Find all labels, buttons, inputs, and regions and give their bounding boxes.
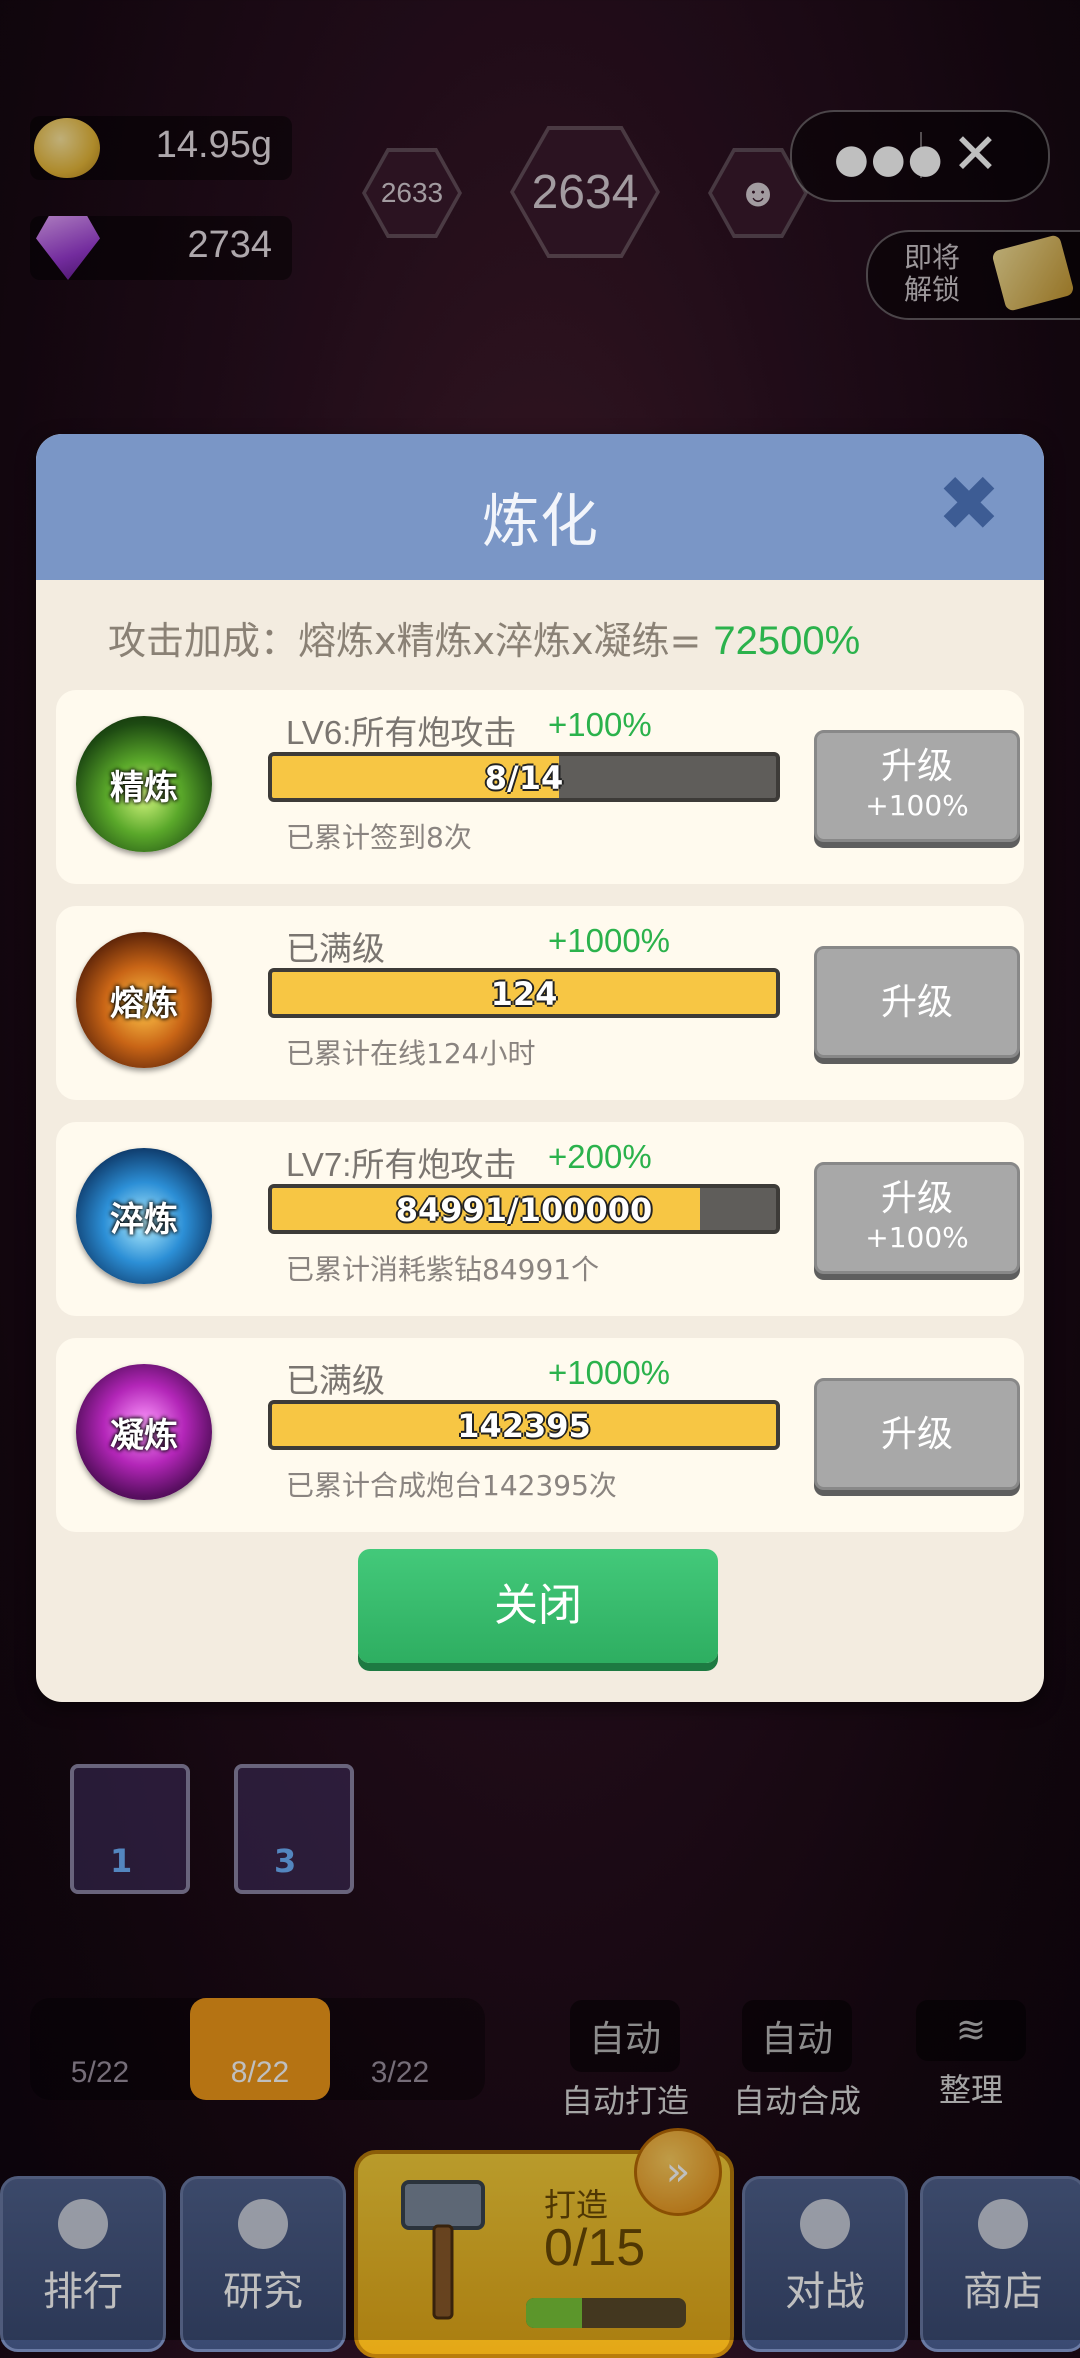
close-button[interactable]: 关闭	[358, 1549, 718, 1663]
refine-card-cuilian: 淬炼 LV7:所有炮攻击 +200% 84991/100000 已累计消耗紫钻8…	[56, 1122, 1024, 1316]
card-note: 已累计合成炮台142395次	[286, 1469, 617, 1502]
upgrade-button[interactable]: 升级	[814, 946, 1020, 1058]
card-bonus: +1000%	[548, 922, 671, 959]
refine-card-ronglian: 熔炼 已满级 +1000% 124 已累计在线124小时 升级	[56, 906, 1024, 1100]
ronglian-orb-icon: 熔炼	[76, 932, 212, 1068]
ninglian-orb-icon: 凝炼	[76, 1364, 212, 1500]
card-title: 已满级	[286, 930, 385, 967]
progress-text: 84991/100000	[395, 1191, 653, 1229]
refine-card-ninglian: 凝炼 已满级 +1000% 142395 已累计合成炮台142395次 升级	[56, 1338, 1024, 1532]
progress-text: 142395	[457, 1407, 591, 1445]
progress-bar: 84991/100000	[268, 1184, 780, 1234]
progress-bar: 8/14	[268, 752, 780, 802]
upgrade-button[interactable]: 升级 +100%	[814, 730, 1020, 842]
upgrade-button[interactable]: 升级	[814, 1378, 1020, 1490]
card-note: 已累计消耗紫钻84991个	[286, 1253, 600, 1286]
cuilian-orb-icon: 淬炼	[76, 1148, 212, 1284]
card-note: 已累计在线124小时	[286, 1037, 536, 1070]
upgrade-button[interactable]: 升级 +100%	[814, 1162, 1020, 1274]
close-icon[interactable]: ✖	[936, 466, 1002, 542]
dialog-header: 炼化 ✖	[36, 434, 1044, 580]
refine-card-jinglian: 精炼 LV6:所有炮攻击 +100% 8/14 已累计签到8次 升级 +100%	[56, 690, 1024, 884]
dialog-title: 炼化	[481, 487, 598, 555]
attack-bonus-value: 72500%	[713, 619, 861, 663]
progress-bar: 142395	[268, 1400, 780, 1450]
refine-dialog: 炼化 ✖ 攻击加成：熔炼x精炼x淬炼x凝练= 72500% 精炼 LV6:所有炮…	[36, 434, 1044, 1702]
jinglian-orb-icon: 精炼	[76, 716, 212, 852]
card-title: LV7:所有炮攻击	[286, 1146, 517, 1183]
card-title: LV6:所有炮攻击	[286, 714, 517, 751]
card-bonus: +200%	[548, 1138, 652, 1175]
card-note: 已累计签到8次	[286, 821, 472, 854]
card-bonus: +1000%	[548, 1354, 671, 1391]
card-bonus: +100%	[548, 706, 652, 743]
progress-bar: 124	[268, 968, 780, 1018]
attack-bonus-summary: 攻击加成：熔炼x精炼x淬炼x凝练= 72500%	[108, 619, 861, 663]
card-title: 已满级	[286, 1362, 385, 1399]
progress-text: 124	[490, 975, 558, 1013]
progress-text: 8/14	[484, 759, 564, 797]
